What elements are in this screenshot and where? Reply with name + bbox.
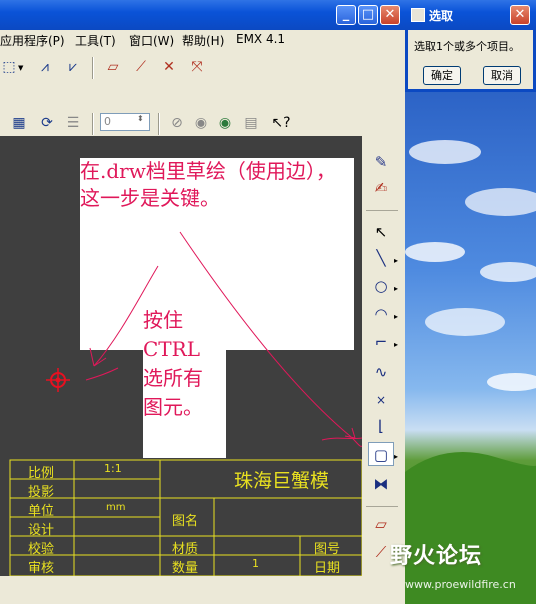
line-flyout-arrow-icon[interactable]: ▸ bbox=[394, 256, 398, 265]
use-edge-flyout-arrow-icon[interactable]: ▸ bbox=[394, 452, 398, 461]
menu-tools[interactable]: 工具(T) bbox=[75, 32, 116, 49]
toolbar-separator bbox=[92, 113, 94, 135]
coordinate-system-icon[interactable]: ⤧ bbox=[186, 56, 208, 78]
status-bar bbox=[0, 576, 362, 604]
sketcher-tools-icon[interactable]: ✎ bbox=[368, 150, 394, 174]
circle-icon[interactable]: ○ bbox=[368, 274, 394, 298]
dropdown-arrow-icon[interactable]: ▼ bbox=[18, 64, 23, 72]
title-block-label: 校验 bbox=[28, 542, 55, 557]
toolbar-separator bbox=[92, 57, 94, 79]
drawing-no-label: 图号 bbox=[314, 542, 341, 557]
title-block-label: 投影 bbox=[28, 485, 55, 500]
quantity-label: 数量 bbox=[172, 561, 199, 576]
mirror-icon[interactable]: ⧓ bbox=[368, 472, 394, 496]
wallpaper-clouds bbox=[405, 140, 536, 604]
toolbar-separator bbox=[158, 113, 160, 135]
menu-emx[interactable]: EMX 4.1 bbox=[236, 32, 285, 46]
title-block-label: 审核 bbox=[28, 561, 55, 576]
pink-arrow-left-2 bbox=[85, 367, 119, 381]
dialog-message: 选取1个或多个项目。 bbox=[414, 40, 520, 53]
drawing-name-label: 图名 bbox=[172, 514, 199, 529]
dialog-title-bar[interactable]: 选取 ✕ bbox=[405, 0, 536, 30]
drawing-canvas[interactable]: 在.drw档里草绘（使用边），这一步是关键。 按住CTRL选所有图元。 比例 1… bbox=[0, 136, 362, 576]
hide-icon[interactable]: ⊘ bbox=[166, 112, 188, 134]
origin-target-icon bbox=[46, 368, 70, 392]
minimize-button[interactable]: _ bbox=[336, 5, 356, 25]
dialog-app-icon bbox=[411, 8, 425, 22]
point-icon[interactable]: × bbox=[368, 388, 394, 412]
spline-icon[interactable]: ∿ bbox=[368, 360, 394, 384]
desktop-wallpaper bbox=[405, 92, 536, 604]
quantity-value: 1 bbox=[252, 557, 259, 570]
title-block-value: 1:1 bbox=[104, 462, 122, 475]
app-title-bar[interactable]: _ □ ✕ bbox=[0, 0, 405, 30]
menu-bar: 应用程序(P) 工具(T) 窗口(W) 帮助(H) EMX 4.1 bbox=[0, 30, 405, 50]
forum-watermark: 野火论坛 bbox=[390, 544, 483, 569]
title-block-value: mm bbox=[106, 502, 126, 513]
toolbar-separator bbox=[366, 506, 398, 507]
context-help-icon[interactable]: ↖? bbox=[270, 112, 292, 134]
sketch-toolbar: ✎ ✍ ↖ ╲ ▸ ○ ▸ ◠ ▸ ⌐ ▸ ∿ × ⌊ ▢ ▸ ⧓ ▱ ⟋ bbox=[362, 136, 405, 604]
title-block-label: 单位 bbox=[28, 504, 55, 519]
ok-button[interactable]: 确定 bbox=[423, 66, 461, 85]
datum-plane-icon[interactable]: ▱ bbox=[102, 56, 124, 78]
erase-icon[interactable]: ▤ bbox=[240, 112, 262, 134]
cancel-button[interactable]: 取消 bbox=[483, 66, 521, 85]
arc-icon[interactable]: ◠ bbox=[368, 302, 394, 326]
annotation-main-text: 在.drw档里草绘（使用边），这一步是关键。 bbox=[80, 159, 336, 210]
annotation-side-text: 按住CTRL选所有图元。 bbox=[143, 308, 203, 419]
datum-point-icon[interactable]: ✕ bbox=[158, 56, 180, 78]
datum-axis-icon[interactable]: ⟋ bbox=[130, 56, 152, 78]
coordinate-icon[interactable]: ⌊ bbox=[368, 414, 394, 438]
toolbar-separator bbox=[366, 210, 398, 211]
fillet-flyout-arrow-icon[interactable]: ▸ bbox=[394, 340, 398, 349]
ruler-icon[interactable]: ⩗ bbox=[62, 56, 84, 78]
line-icon[interactable]: ╲ bbox=[368, 246, 394, 270]
dialog-close-button[interactable]: ✕ bbox=[510, 5, 530, 25]
dialog-title: 选取 bbox=[429, 9, 454, 23]
maximize-button[interactable]: □ bbox=[358, 5, 378, 25]
date-label: 日期 bbox=[314, 561, 341, 576]
menu-applications[interactable]: 应用程序(P) bbox=[0, 32, 65, 49]
circle-flyout-arrow-icon[interactable]: ▸ bbox=[394, 284, 398, 293]
sketch-mode-icon[interactable]: ✍ bbox=[368, 176, 394, 200]
table-icon[interactable]: ▦ bbox=[8, 112, 30, 134]
list-icon[interactable]: ☰ bbox=[62, 112, 84, 134]
toolbar-top: ⬚ ▼ ⩘ ⩗ ▱ ⟋ ✕ ⤧ bbox=[0, 50, 405, 86]
forum-url: www.proewildfire.cn bbox=[405, 578, 516, 591]
datum-plane-small-icon[interactable]: ▱ bbox=[368, 512, 394, 536]
toolbar-second: ▦ ⟳ ☰ ⊘ ◉ ◉ ▤ ↖? bbox=[0, 86, 405, 136]
spinner-icon[interactable]: ⬍ bbox=[137, 114, 144, 123]
eye-icon[interactable]: ◉ bbox=[190, 112, 212, 134]
menu-window[interactable]: 窗口(W) bbox=[129, 32, 174, 49]
title-block-label: 比例 bbox=[28, 466, 55, 481]
use-edge-icon[interactable]: ▢ bbox=[368, 442, 394, 466]
show-eye-icon[interactable]: ◉ bbox=[214, 112, 236, 134]
select-arrow-icon[interactable]: ↖ bbox=[368, 220, 394, 244]
company-name: 珠海巨蟹模 bbox=[234, 470, 330, 492]
material-label: 材质 bbox=[172, 542, 199, 557]
selection-box-icon[interactable]: ⬚ bbox=[0, 56, 18, 78]
close-button[interactable]: ✕ bbox=[380, 5, 400, 25]
title-block-label: 设计 bbox=[28, 523, 55, 538]
menu-help[interactable]: 帮助(H) bbox=[182, 32, 224, 49]
regenerate-icon[interactable]: ⟳ bbox=[36, 112, 58, 134]
pink-arrow-bottom bbox=[321, 437, 362, 441]
dimension-icon[interactable]: ⩘ bbox=[34, 56, 56, 78]
fillet-icon[interactable]: ⌐ bbox=[368, 330, 394, 354]
arc-flyout-arrow-icon[interactable]: ▸ bbox=[394, 312, 398, 321]
